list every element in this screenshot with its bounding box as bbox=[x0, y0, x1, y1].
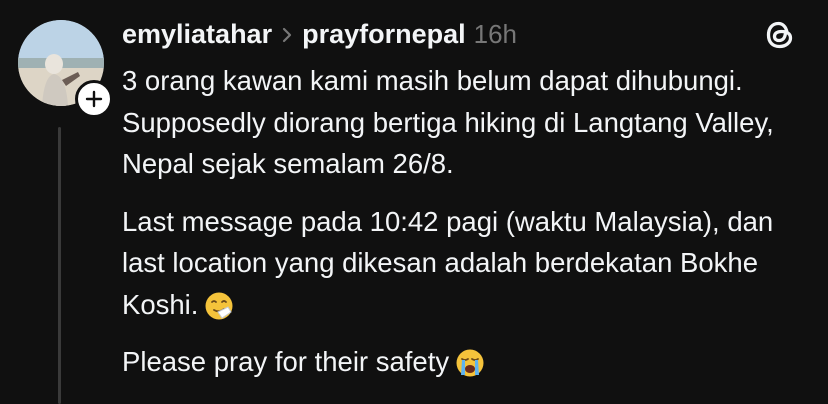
post-body: 3 orang kawan kami masih belum dapat dih… bbox=[122, 60, 812, 399]
post-timestamp: 16h bbox=[473, 19, 518, 49]
post-paragraph: Please pray for their safety bbox=[122, 341, 812, 383]
threads-logo-icon[interactable] bbox=[762, 17, 798, 53]
loudly-crying-face-emoji bbox=[456, 349, 484, 377]
post-paragraph: 3 orang kawan kami masih belum dapat dih… bbox=[122, 65, 774, 179]
sneezing-face-emoji bbox=[205, 292, 233, 319]
target-username[interactable]: prayfornepal bbox=[302, 14, 466, 54]
post-header: emyliatahar prayfornepal 16h bbox=[122, 14, 517, 54]
author-username[interactable]: emyliatahar bbox=[122, 14, 272, 54]
chevron-right-icon bbox=[280, 24, 294, 44]
plus-icon bbox=[85, 90, 103, 108]
post-paragraph: Last message pada 10:42 pagi (waktu Mala… bbox=[122, 205, 774, 320]
follow-button[interactable] bbox=[75, 80, 113, 118]
thread-line bbox=[58, 127, 61, 404]
